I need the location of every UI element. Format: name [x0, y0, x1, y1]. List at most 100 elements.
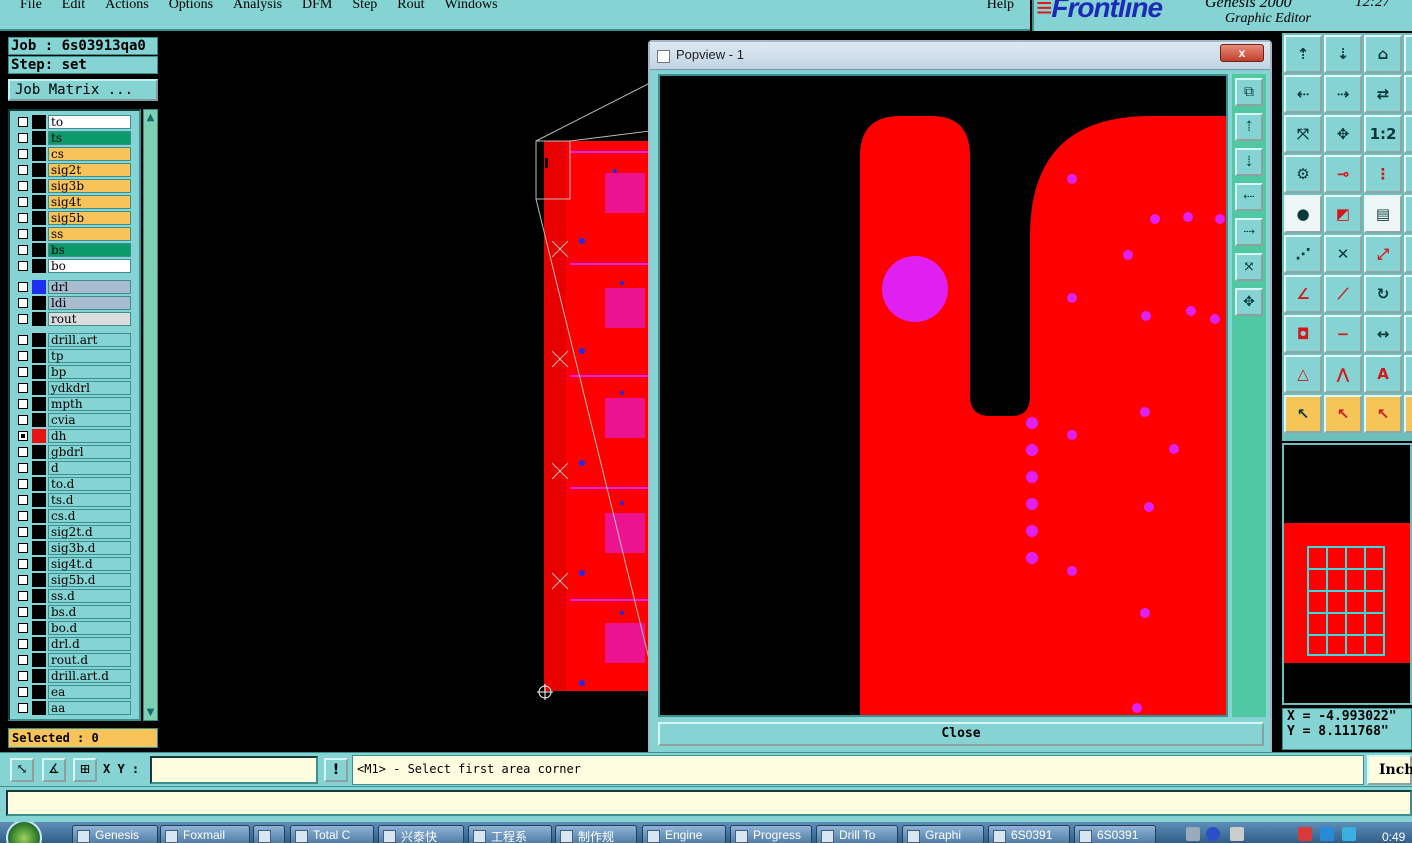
layer-name[interactable]: dh [48, 429, 131, 443]
job-matrix-button[interactable]: Job Matrix ... [8, 79, 158, 101]
snap-icon[interactable]: ⚙ [1284, 155, 1322, 193]
layer-name[interactable]: ts.d [48, 493, 131, 507]
toolbar-extra-7[interactable] [1404, 275, 1412, 313]
ruler-icon[interactable]: ▤ [1364, 195, 1402, 233]
layer-checkbox[interactable] [18, 591, 28, 601]
taskbar-button[interactable]: 6S0391 [988, 825, 1070, 843]
pan-down-icon[interactable]: ⇣ [1324, 35, 1362, 73]
taskbar-button[interactable] [253, 825, 285, 843]
xy-input[interactable] [150, 756, 318, 784]
layer-color-swatch[interactable] [32, 365, 46, 379]
highlight-icon[interactable]: ◩ [1324, 195, 1362, 233]
layer-checkbox[interactable] [18, 607, 28, 617]
layer-name[interactable]: cs [48, 147, 131, 161]
layer-row-cs[interactable]: cs [14, 147, 135, 161]
layer-checkbox[interactable] [18, 623, 28, 633]
layer-row-sig3b[interactable]: sig3b [14, 179, 135, 193]
popview-pan-down-icon[interactable]: ⇣ [1235, 148, 1263, 176]
layer-name[interactable]: ea [48, 685, 131, 699]
pan-left-icon[interactable]: ⇠ [1284, 75, 1322, 113]
layer-row-ss[interactable]: ss [14, 227, 135, 241]
layer-name[interactable]: bs [48, 243, 131, 257]
menu-help[interactable]: Help [977, 0, 1030, 14]
layer-color-swatch[interactable] [32, 669, 46, 683]
layer-row-sig2t-d[interactable]: sig2t.d [14, 525, 135, 539]
layer-color-swatch[interactable] [32, 493, 46, 507]
layer-row-drill-art-d[interactable]: drill.art.d [14, 669, 135, 683]
layer-name[interactable]: mpth [48, 397, 131, 411]
layer-color-swatch[interactable] [32, 163, 46, 177]
popview-window-icon[interactable]: ⧉ [1235, 78, 1263, 106]
layer-name[interactable]: sig5b.d [48, 573, 131, 587]
layer-name[interactable]: cs.d [48, 509, 131, 523]
layer-color-swatch[interactable] [32, 211, 46, 225]
layer-name[interactable]: d [48, 461, 131, 475]
mirror-icon[interactable]: ⇄ [1364, 75, 1402, 113]
layer-row-to-d[interactable]: to.d [14, 477, 135, 491]
layer-color-swatch[interactable] [32, 312, 46, 326]
toolbar-extra-9[interactable] [1404, 355, 1412, 393]
home-icon[interactable]: ⌂ [1364, 35, 1402, 73]
layer-name[interactable]: sig2t [48, 163, 131, 177]
layer-checkbox[interactable] [18, 671, 28, 681]
layer-checkbox[interactable] [18, 197, 28, 207]
layer-color-swatch[interactable] [32, 147, 46, 161]
layer-name[interactable]: tp [48, 349, 131, 363]
layer-name[interactable]: drl [48, 280, 131, 294]
layer-name[interactable]: ss [48, 227, 131, 241]
layer-color-swatch[interactable] [32, 477, 46, 491]
arch-icon[interactable]: Α [1364, 355, 1402, 393]
layer-row-rout[interactable]: rout [14, 312, 135, 326]
toolbar-extra-5[interactable] [1404, 195, 1412, 233]
layer-checkbox[interactable] [18, 559, 28, 569]
layer-color-swatch[interactable] [32, 525, 46, 539]
layer-name[interactable]: ldi [48, 296, 131, 310]
toolbar-extra-6[interactable] [1404, 235, 1412, 273]
layer-checkbox[interactable] [18, 431, 28, 441]
layer-checkbox[interactable] [18, 399, 28, 409]
units-button[interactable]: Inch [1367, 755, 1412, 785]
pad-select-icon[interactable]: ◘ [1284, 315, 1322, 353]
popview-zoom-out-icon[interactable]: ✥ [1235, 288, 1263, 316]
layer-row-ss-d[interactable]: ss.d [14, 589, 135, 603]
taskbar-button[interactable]: 制作规 [555, 825, 637, 843]
layer-name[interactable]: bo.d [48, 621, 131, 635]
layer-row-ydkdrl[interactable]: ydkdrl [14, 381, 135, 395]
angle-icon[interactable]: ∠ [1284, 275, 1322, 313]
rotate-icon[interactable]: ↻ [1364, 275, 1402, 313]
layer-name[interactable]: aa [48, 701, 131, 715]
pan-up-icon[interactable]: ⇡ [1284, 35, 1322, 73]
layer-row-tp[interactable]: tp [14, 349, 135, 363]
taskbar-button[interactable]: 工程系 [468, 825, 552, 843]
menu-edit[interactable]: Edit [52, 0, 95, 14]
layer-checkbox[interactable] [18, 351, 28, 361]
layer-row-cs-d[interactable]: cs.d [14, 509, 135, 523]
menu-windows[interactable]: Windows [435, 0, 508, 14]
layer-row-aa[interactable]: aa [14, 701, 135, 715]
popview-close-x-button[interactable]: x [1220, 44, 1264, 62]
popview-pan-right-icon[interactable]: ⇢ [1235, 218, 1263, 246]
layer-checkbox[interactable] [18, 117, 28, 127]
grid-snap-icon[interactable]: ⊞ [73, 758, 97, 782]
layer-checkbox[interactable] [18, 314, 28, 324]
taskbar-button[interactable]: Foxmail [160, 825, 250, 843]
layer-checkbox[interactable] [18, 463, 28, 473]
pad-icon[interactable]: ● [1284, 195, 1322, 233]
popview-pan-left-icon[interactable]: ⇠ [1235, 183, 1263, 211]
layer-checkbox[interactable] [18, 149, 28, 159]
zoom-ratio-icon[interactable]: 1:2 [1364, 115, 1402, 153]
layer-color-swatch[interactable] [32, 413, 46, 427]
popview-titlebar[interactable]: Popview - 1 x [650, 42, 1270, 70]
layer-checkbox[interactable] [18, 335, 28, 345]
layer-row-rout-d[interactable]: rout.d [14, 653, 135, 667]
layer-row-bp[interactable]: bp [14, 365, 135, 379]
menu-actions[interactable]: Actions [95, 0, 159, 14]
taskbar-button[interactable]: Graphi [902, 825, 984, 843]
layer-row-gbdrl[interactable]: gbdrl [14, 445, 135, 459]
exclamation-button[interactable]: ! [324, 758, 348, 782]
layer-color-swatch[interactable] [32, 605, 46, 619]
layer-checkbox[interactable] [18, 703, 28, 713]
layer-checkbox[interactable] [18, 181, 28, 191]
layer-name[interactable]: sig5b [48, 211, 131, 225]
menu-file[interactable]: File [0, 0, 52, 14]
